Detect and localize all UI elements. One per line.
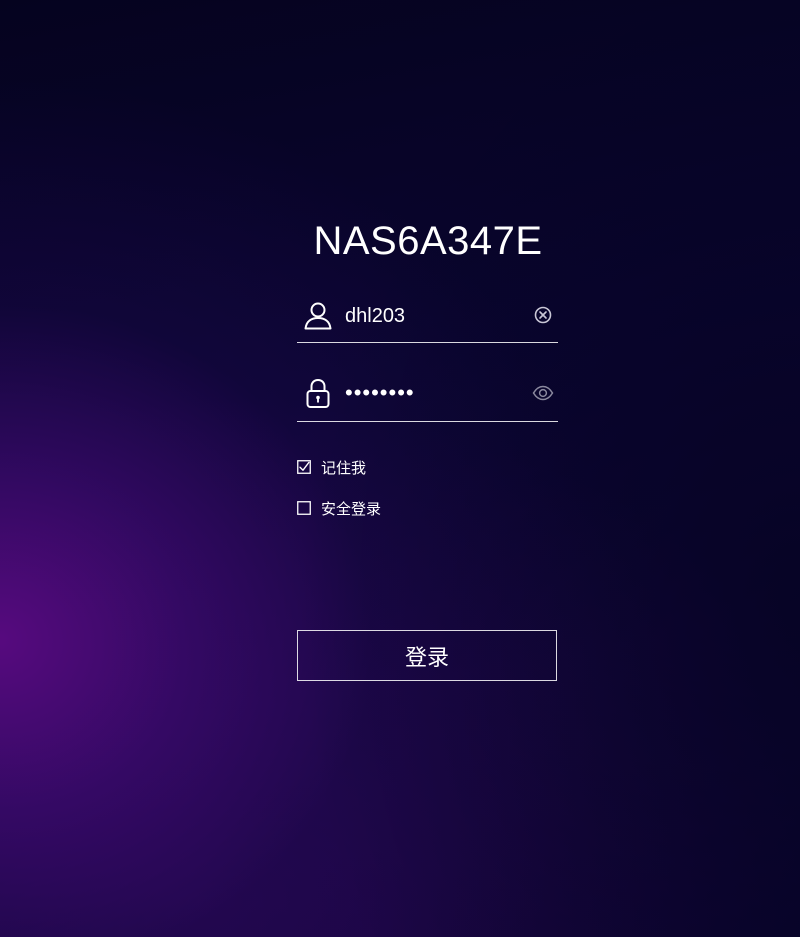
secure-login-label: 安全登录: [321, 499, 382, 518]
password-input[interactable]: ••••••••: [345, 381, 515, 405]
device-name-title: NAS6A347E: [313, 219, 543, 263]
username-input[interactable]: [345, 304, 515, 328]
remember-me-option[interactable]: 记住我: [297, 457, 366, 477]
login-button[interactable]: 登录: [297, 630, 557, 681]
checkbox-unchecked-icon[interactable]: [297, 501, 311, 515]
eye-icon[interactable]: [531, 382, 555, 404]
remember-me-label: 记住我: [321, 458, 367, 477]
secure-login-option[interactable]: 安全登录: [297, 498, 381, 518]
checkbox-checked-icon[interactable]: [297, 460, 311, 474]
clear-circle-icon[interactable]: [532, 304, 554, 326]
lock-icon: [306, 378, 330, 408]
background-vignette: [0, 0, 800, 937]
username-field: [297, 298, 558, 343]
password-field: ••••••••: [297, 377, 558, 422]
user-icon: [304, 302, 332, 330]
